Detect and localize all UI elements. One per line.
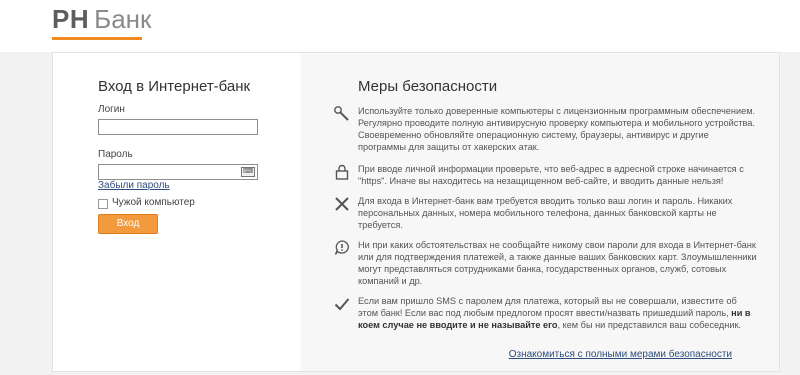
security-item-text: При вводе личной информации проверьте, ч… — [358, 164, 744, 186]
security-item-text: Если вам пришло SMS с паролем для платеж… — [358, 296, 751, 330]
logo-brand: РН — [52, 4, 90, 34]
login-title: Вход в Интернет-банк — [98, 78, 251, 95]
cross-icon — [335, 197, 349, 211]
forgot-password-link[interactable]: Забыли пароль — [98, 180, 170, 191]
login-input[interactable] — [98, 119, 258, 135]
checkmark-icon — [334, 298, 350, 311]
security-item-text: Ни при каких обстоятельствах не сообщайт… — [358, 240, 757, 286]
full-security-link[interactable]: Ознакомиться с полными мерами безопаснос… — [509, 349, 732, 360]
lock-icon — [335, 164, 349, 180]
password-input[interactable]: ⌨ — [98, 164, 258, 180]
login-panel: Вход в Интернет-банк Логин Пароль ⌨ Забы… — [53, 53, 301, 371]
password-label: Пароль — [98, 149, 133, 160]
warning-bubble-icon — [334, 240, 349, 255]
logo-underline — [52, 37, 142, 40]
wrench-icon — [334, 106, 349, 121]
logo-product: Банк — [94, 4, 152, 34]
bank-logo[interactable]: РН Банк — [52, 4, 151, 34]
foreign-computer-label: Чужой компьютер — [112, 197, 195, 208]
keyboard-icon[interactable]: ⌨ — [241, 167, 255, 177]
login-card: Вход в Интернет-банк Логин Пароль ⌨ Забы… — [52, 52, 780, 372]
login-label: Логин — [98, 104, 125, 115]
security-item-text: Для входа в Интернет-банк вам требуется … — [358, 196, 733, 230]
security-item-text: Используйте только доверенные компьютеры… — [358, 106, 756, 152]
login-button[interactable]: Вход — [98, 214, 158, 234]
foreign-computer-checkbox[interactable] — [98, 199, 108, 209]
security-title: Меры безопасности — [358, 78, 498, 95]
header-bar: РН Банк — [0, 0, 800, 52]
